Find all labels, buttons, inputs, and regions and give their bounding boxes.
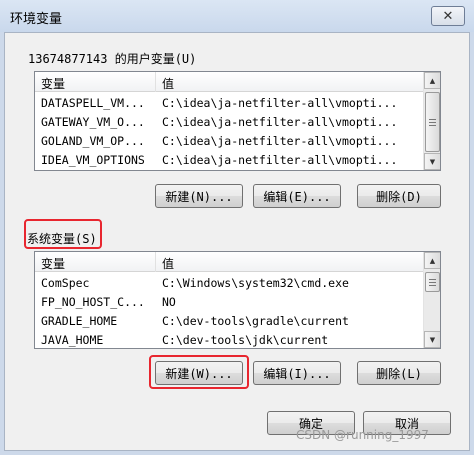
row-variable-name: DATASPELL_VM... <box>41 96 145 110</box>
row-variable-name: GOLAND_VM_OP... <box>41 134 145 148</box>
close-button[interactable]: ✕ <box>431 6 465 26</box>
row-variable-value: C:\idea\ja-netfilter-all\vmopti... <box>162 153 398 167</box>
row-variable-value: NO <box>162 295 176 309</box>
system-vars-list-header: 变量 值 <box>35 252 440 272</box>
table-row[interactable]: FP_NO_HOST_C... NO <box>35 293 422 312</box>
column-separator[interactable] <box>155 72 156 92</box>
row-variable-name: GATEWAY_VM_O... <box>41 115 145 129</box>
watermark: CSDN @running_1997 <box>296 428 429 442</box>
row-variable-value: C:\dev-tools\jdk\current <box>162 333 329 347</box>
system-edit-button[interactable]: 编辑(I)... <box>253 361 341 385</box>
user-vars-scrollbar[interactable]: ▲ ▼ <box>423 72 440 170</box>
row-variable-name: JAVA_HOME <box>41 333 104 347</box>
user-vars-col-value[interactable]: 值 <box>162 75 174 92</box>
row-variable-value: C:\idea\ja-netfilter-all\vmopti... <box>162 96 398 110</box>
table-row[interactable]: GATEWAY_VM_O... C:\idea\ja-netfilter-all… <box>35 113 422 132</box>
table-row[interactable]: GOLAND_VM_OP... C:\idea\ja-netfilter-all… <box>35 132 422 151</box>
row-variable-name: IDEA_VM_OPTIONS <box>41 153 145 167</box>
row-variable-name: GRADLE_HOME <box>41 314 118 328</box>
row-variable-name: FP_NO_HOST_C... <box>41 295 145 309</box>
user-vars-col-variable[interactable]: 变量 <box>41 75 65 92</box>
column-separator[interactable] <box>155 252 156 272</box>
user-vars-group-label: 13674877143 的用户变量(U) <box>28 52 197 66</box>
dialog-client-area: 13674877143 的用户变量(U) 变量 值 DATASPELL_VM..… <box>4 32 470 451</box>
system-delete-button[interactable]: 删除(L) <box>357 361 441 385</box>
user-delete-button[interactable]: 删除(D) <box>357 184 441 208</box>
row-variable-value: C:\idea\ja-netfilter-all\vmopti... <box>162 115 398 129</box>
scroll-thumb[interactable] <box>425 92 440 152</box>
user-new-button[interactable]: 新建(N)... <box>155 184 243 208</box>
table-row[interactable]: ComSpec C:\Windows\system32\cmd.exe <box>35 274 422 293</box>
scroll-up-arrow-icon[interactable]: ▲ <box>424 72 440 89</box>
close-icon: ✕ <box>442 8 454 24</box>
scroll-down-arrow-icon[interactable]: ▼ <box>424 331 440 348</box>
system-vars-col-variable[interactable]: 变量 <box>41 255 65 272</box>
system-vars-col-value[interactable]: 值 <box>162 255 174 272</box>
user-vars-list[interactable]: 变量 值 DATASPELL_VM... C:\idea\ja-netfilte… <box>34 71 441 171</box>
row-variable-name: ComSpec <box>41 276 90 290</box>
table-row[interactable]: IDEA_VM_OPTIONS C:\idea\ja-netfilter-all… <box>35 151 422 170</box>
user-vars-list-header: 变量 值 <box>35 72 440 92</box>
row-variable-value: C:\idea\ja-netfilter-all\vmopti... <box>162 134 398 148</box>
title-bar: 环境变量 ✕ <box>0 0 474 32</box>
table-row[interactable]: DATASPELL_VM... C:\idea\ja-netfilter-all… <box>35 94 422 113</box>
table-row[interactable]: JAVA_HOME C:\dev-tools\jdk\current <box>35 331 422 348</box>
window-title: 环境变量 <box>10 12 63 27</box>
user-edit-button[interactable]: 编辑(E)... <box>253 184 341 208</box>
row-variable-value: C:\dev-tools\gradle\current <box>162 314 349 328</box>
system-vars-list[interactable]: 变量 值 ComSpec C:\Windows\system32\cmd.exe… <box>34 251 441 349</box>
system-vars-scrollbar[interactable]: ▲ ▼ <box>423 252 440 348</box>
table-row[interactable]: GRADLE_HOME C:\dev-tools\gradle\current <box>35 312 422 331</box>
scroll-down-arrow-icon[interactable]: ▼ <box>424 153 440 170</box>
scroll-thumb[interactable] <box>425 272 440 292</box>
annotation-highlight-box <box>149 355 249 389</box>
scroll-up-arrow-icon[interactable]: ▲ <box>424 252 440 269</box>
annotation-highlight-box <box>24 219 102 249</box>
row-variable-value: C:\Windows\system32\cmd.exe <box>162 276 349 290</box>
